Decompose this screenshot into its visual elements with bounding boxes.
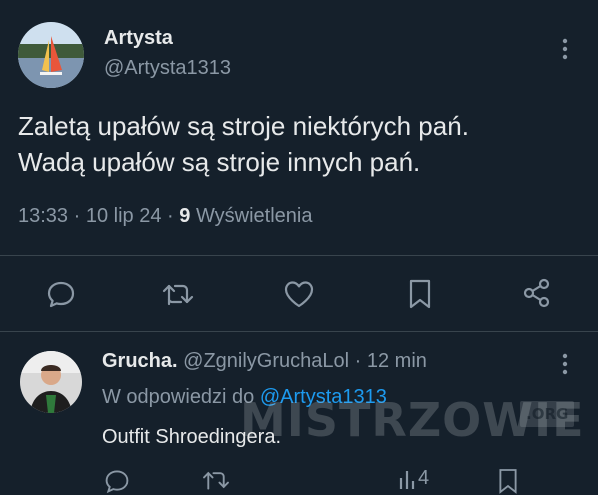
tweet-date[interactable]: 10 lip 24 — [86, 205, 162, 227]
author-name[interactable]: Artysta — [104, 27, 173, 50]
meta-separator: · — [354, 350, 362, 372]
like-icon[interactable] — [283, 279, 315, 309]
avatar-image — [18, 22, 84, 88]
tweet-text-line-2: Wadą upałów są stroje innych pań. — [18, 147, 421, 177]
reply-icon[interactable] — [104, 468, 130, 494]
avatar-image — [20, 351, 82, 413]
share-icon[interactable] — [521, 277, 553, 309]
retweet-icon[interactable] — [161, 280, 195, 308]
tweet-text-line-1: Zaletą upałów są stroje niektórych pań. — [18, 111, 469, 141]
tweet-meta: 13:33 · 10 lip 24 · 9 Wyświetlenia — [18, 205, 313, 228]
meta-separator: · — [167, 205, 174, 227]
in-reply-to-prefix: W odpowiedzi do — [102, 386, 255, 408]
divider — [0, 331, 598, 332]
author-handle[interactable]: @Artysta1313 — [104, 57, 231, 80]
reply-time[interactable]: 12 min — [367, 350, 427, 372]
meta-separator: · — [73, 205, 81, 227]
reply-author-name[interactable]: Grucha. — [102, 350, 178, 372]
reply-author-handle[interactable]: @ZgnilyGruchaLol — [183, 350, 349, 372]
reply-views-count: 4 — [418, 467, 430, 489]
more-vertical-icon[interactable] — [558, 36, 572, 62]
watermark-badge: .ORG — [520, 401, 575, 427]
more-vertical-icon[interactable] — [558, 351, 572, 377]
divider — [0, 255, 598, 256]
author-avatar[interactable] — [18, 22, 84, 88]
views-label: Wyświetlenia — [195, 205, 313, 227]
retweet-icon[interactable] — [201, 468, 231, 492]
reply-text: Outfit Shroedingera. — [102, 426, 281, 448]
views-count: 9 — [179, 205, 191, 227]
tweet-time[interactable]: 13:33 — [18, 205, 68, 227]
bookmark-icon[interactable] — [497, 467, 519, 495]
bookmark-icon[interactable] — [407, 278, 433, 310]
reply-author-avatar[interactable] — [20, 351, 82, 413]
reply-icon[interactable] — [46, 279, 76, 309]
reply-header: Grucha. @ZgnilyGruchaLol · 12 min — [102, 350, 427, 373]
views-icon[interactable]: 4 — [398, 467, 429, 490]
